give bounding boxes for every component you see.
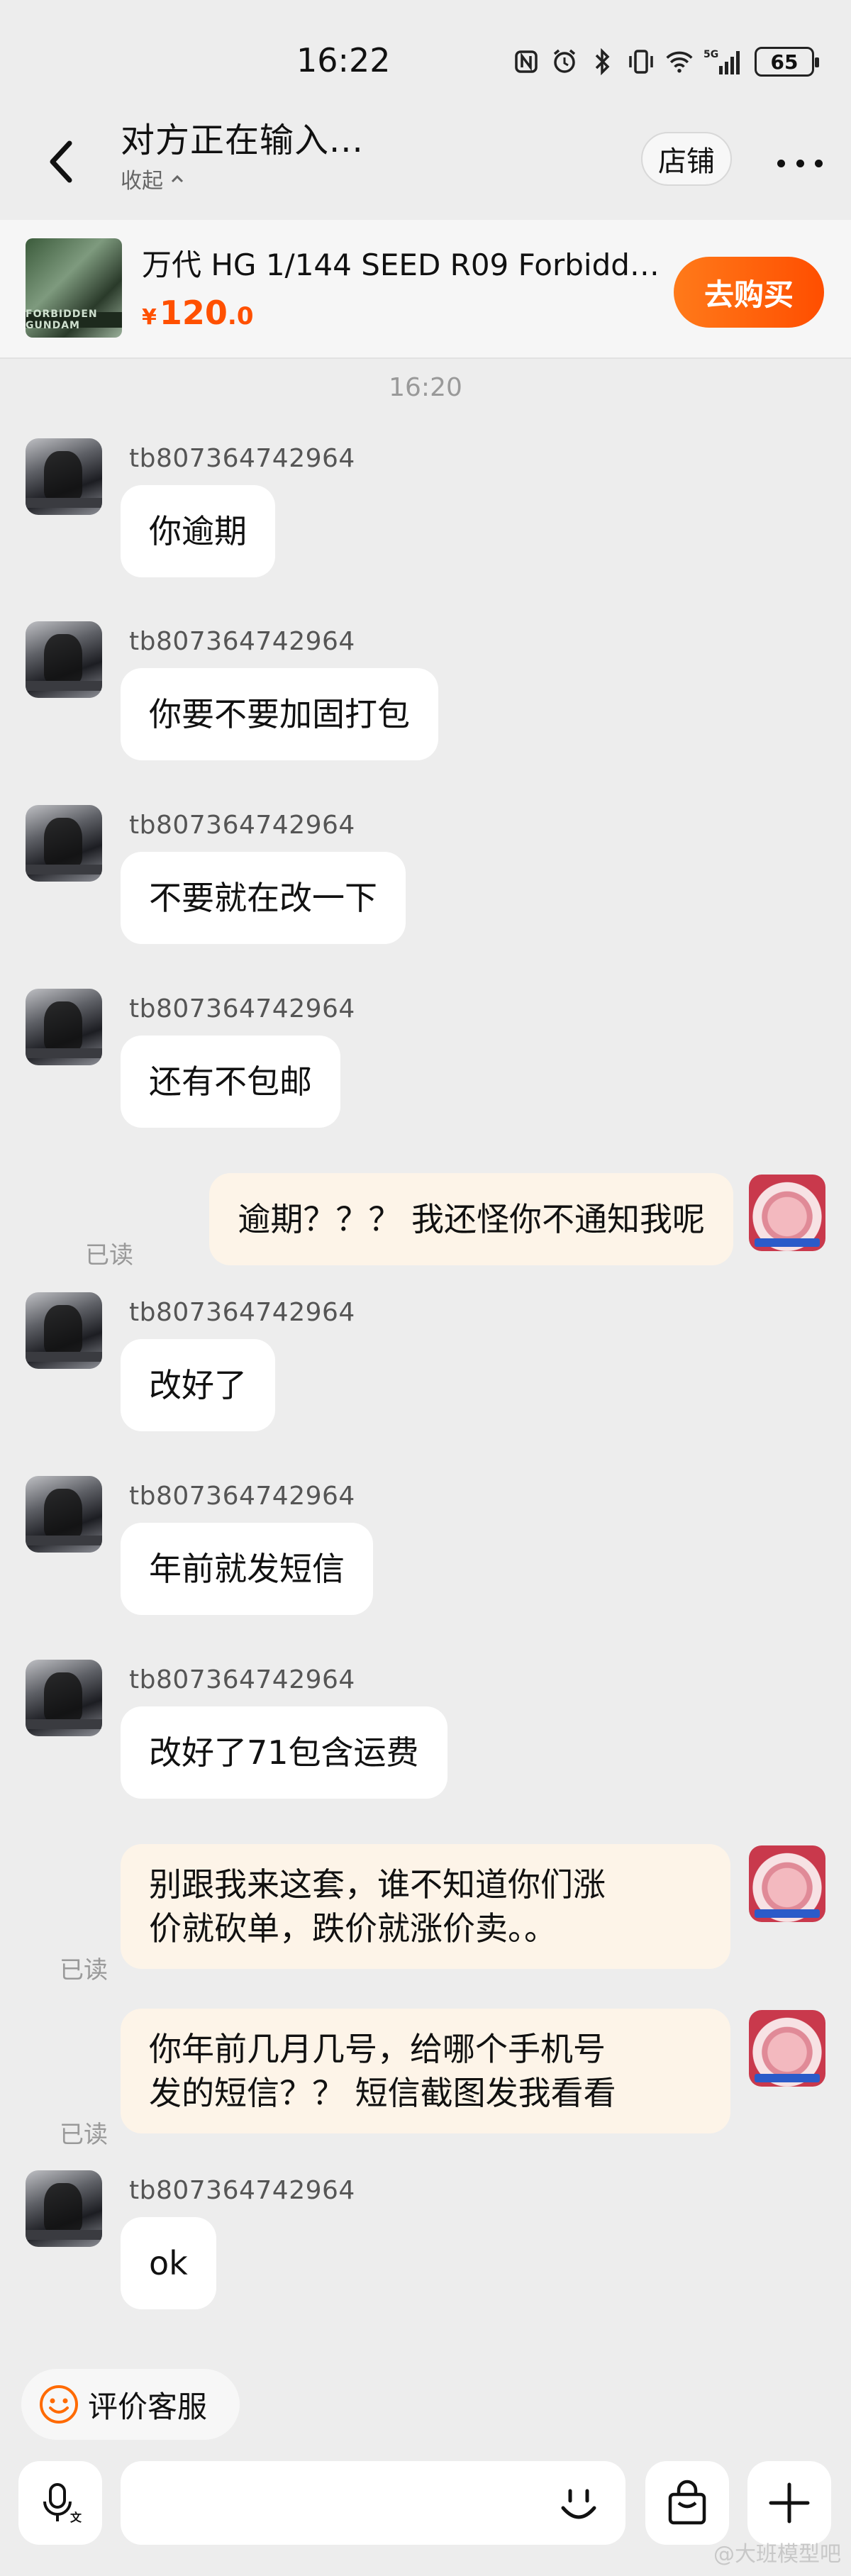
dot-icon [815, 159, 823, 167]
smile-icon [40, 2385, 78, 2424]
voice-input-button[interactable]: 文 [18, 2461, 102, 2545]
outgoing-message-bubble[interactable]: 逾期？？？ 我还怪你不通知我呢 [209, 1173, 733, 1265]
cart-button[interactable] [645, 2461, 729, 2545]
seller-avatar[interactable] [26, 989, 102, 1065]
incoming-message-bubble[interactable]: ok [121, 2217, 216, 2309]
outgoing-message-bubble[interactable]: 你年前几月几号，给哪个手机号 发的短信？？ 短信截图发我看看 [121, 2009, 730, 2133]
seller-avatar[interactable] [26, 1292, 102, 1369]
outgoing-message-bubble[interactable]: 别跟我来这套，谁不知道你们涨 价就砍单，跌价就涨价卖。。 [121, 1844, 730, 1969]
sender-name: tb807364742964 [129, 1665, 355, 1694]
seller-avatar[interactable] [26, 621, 102, 698]
product-card[interactable]: FORBIDDEN GUNDAM 万代 HG 1/144 SEED R09 Fo… [0, 220, 851, 359]
rate-service-button[interactable]: 评价客服 [21, 2369, 240, 2440]
bluetooth-icon [589, 48, 617, 76]
seller-avatar[interactable] [26, 438, 102, 515]
shopping-bag-icon [668, 2480, 706, 2525]
more-options-button[interactable] [777, 156, 823, 170]
chat-timestamp: 16:20 [389, 373, 462, 402]
my-avatar[interactable] [749, 1845, 825, 1922]
plus-icon [769, 2482, 810, 2524]
status-time: 16:22 [296, 41, 391, 79]
product-thumbnail[interactable]: FORBIDDEN GUNDAM [26, 238, 122, 338]
sender-name: tb807364742964 [129, 627, 355, 656]
message-line: 发的短信？？ 短信截图发我看看 [149, 2074, 616, 2112]
signal-5g-icon: 5G [703, 48, 740, 76]
sender-name: tb807364742964 [129, 994, 355, 1023]
sender-name: tb807364742964 [129, 1482, 355, 1511]
incoming-message-bubble[interactable]: 改好了71包含运费 [121, 1706, 447, 1799]
emoji-button[interactable] [553, 2478, 604, 2529]
back-arrow-icon [50, 140, 72, 183]
sender-name: tb807364742964 [129, 1298, 355, 1327]
read-receipt: 已读 [85, 1241, 133, 1270]
product-price: ¥ 120 .0 [142, 294, 253, 332]
sender-name: tb807364742964 [129, 444, 355, 473]
dot-icon [777, 159, 785, 167]
price-decimal: .0 [227, 302, 254, 331]
svg-text:文: 文 [70, 2511, 82, 2524]
input-bar: 文 @大班模型吧 [0, 2461, 851, 2576]
incoming-message-bubble[interactable]: 还有不包邮 [121, 1036, 340, 1128]
buy-button[interactable]: 去购买 [674, 257, 824, 328]
alarm-icon [550, 48, 579, 76]
message-line: 你年前几月几号，给哪个手机号 [149, 2030, 606, 2068]
dot-icon [796, 159, 804, 167]
seller-avatar[interactable] [26, 2170, 102, 2247]
seller-avatar[interactable] [26, 1660, 102, 1736]
microphone-icon: 文 [43, 2483, 82, 2524]
incoming-message-bubble[interactable]: 你逾期 [121, 485, 275, 577]
message-line: 别跟我来这套，谁不知道你们涨 [149, 1865, 606, 1904]
vibrate-icon [627, 48, 655, 76]
collapse-toggle[interactable]: 收起 [121, 163, 186, 194]
price-currency: ¥ [142, 305, 157, 330]
incoming-message-bubble[interactable]: 你要不要加固打包 [121, 668, 438, 760]
message-input[interactable] [121, 2461, 625, 2545]
page-title: 对方正在输入... [121, 121, 364, 160]
read-receipt: 已读 [60, 1956, 108, 1984]
chevron-up-icon [171, 174, 184, 183]
incoming-message-bubble[interactable]: 改好了 [121, 1339, 275, 1431]
message-line: 价就砍单，跌价就涨价卖。。 [149, 1909, 557, 1948]
collapse-label: 收起 [121, 169, 163, 194]
sender-name: tb807364742964 [129, 811, 355, 840]
seller-avatar[interactable] [26, 1476, 102, 1553]
incoming-message-bubble[interactable]: 不要就在改一下 [121, 852, 406, 944]
more-actions-button[interactable] [747, 2461, 831, 2545]
watermark: @大班模型吧 [713, 2542, 841, 2567]
sender-name: tb807364742964 [129, 2176, 355, 2205]
read-receipt: 已读 [60, 2121, 108, 2149]
chat-header: 对方正在输入... 收起 店铺 [0, 92, 851, 206]
emoji-icon [561, 2489, 596, 2519]
status-icons: 5G 65 [512, 43, 819, 81]
product-image-text: FORBIDDEN GUNDAM [26, 309, 122, 331]
rate-service-label: 评价客服 [88, 2389, 208, 2424]
my-avatar[interactable] [749, 2010, 825, 2087]
status-bar: 16:22 5G 65 [0, 0, 851, 92]
incoming-message-bubble[interactable]: 年前就发短信 [121, 1523, 373, 1615]
product-name: 万代 HG 1/144 SEED R09 Forbidden Gundam [142, 248, 667, 282]
back-button[interactable] [41, 133, 84, 190]
price-integer: 120 [159, 294, 228, 332]
battery-indicator: 65 [755, 47, 819, 77]
my-avatar[interactable] [749, 1175, 825, 1251]
seller-avatar[interactable] [26, 805, 102, 882]
svg-text:5G: 5G [703, 49, 718, 60]
nfc-icon [512, 48, 540, 76]
shop-button[interactable]: 店铺 [641, 132, 732, 186]
wifi-icon [665, 48, 694, 76]
